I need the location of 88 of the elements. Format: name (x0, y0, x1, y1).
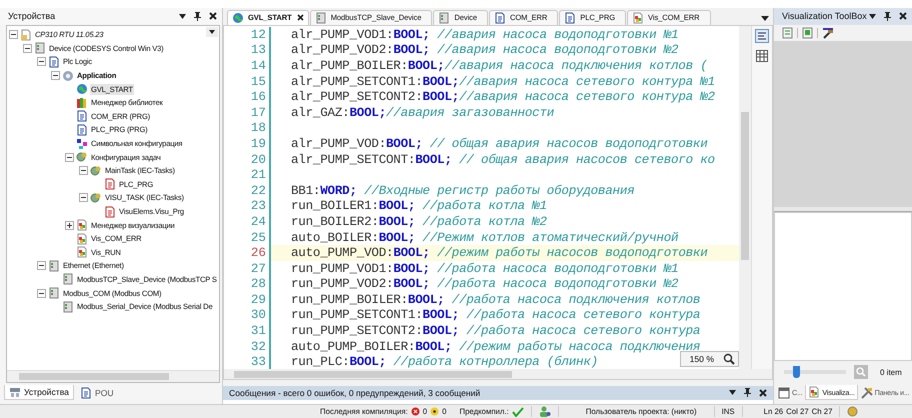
collapse-toggle[interactable] (65, 152, 74, 162)
code-line: run_PUMP_BOILER:BOOL; //работа насоса подключения котлов (290, 292, 700, 307)
code-line: run_BOILER2:BOOL; //работа котла №2 (290, 214, 547, 229)
books-icon (76, 96, 88, 109)
code-line: run_PUMP_VOD1:BOOL; //работа насоса водоподготовки №1 (290, 262, 678, 276)
code-line: run_PLC:BOOL; //работа котнроллера (блинк) (290, 355, 598, 369)
device-icon (48, 287, 60, 300)
slider-thumb[interactable] (793, 366, 800, 378)
pin-icon[interactable] (744, 388, 751, 398)
pin-icon[interactable] (884, 12, 891, 21)
project-icon (20, 28, 32, 41)
device-icon (62, 273, 74, 286)
document-icon (80, 386, 92, 399)
collapse-toggle[interactable] (79, 193, 88, 202)
code-line: alr_PUMP_VOD:BOOL; // общая авария насосов водоподготовки (290, 136, 708, 151)
document-icon (808, 386, 820, 398)
declarations-view-icon[interactable] (755, 28, 769, 43)
code-line: alr_PUMP_SETCONT:BOOL; // общая авария насосов сетевого ко (290, 152, 715, 167)
table-view-icon[interactable] (755, 48, 769, 63)
document-icon (104, 178, 116, 190)
device-icon (314, 12, 327, 24)
warning-icon (430, 407, 440, 416)
code-line: alr_PUMP_BOILER:BOOL;//авария насоса подключения котлов ( (290, 58, 708, 73)
code-line: alr_PUMP_SETCONT2:BOOL;//авария насоса сетевого контура №2 (290, 90, 715, 104)
item-count: 0 item (880, 368, 902, 377)
collapse-toggle[interactable] (9, 30, 18, 40)
document-icon (76, 232, 88, 245)
panel-title: Устройства (8, 11, 56, 22)
device-icon (62, 300, 74, 313)
device-icon (438, 12, 450, 24)
vertical-scrollbar[interactable] (739, 26, 751, 369)
code-line: alr_PUMP_VOD1:BOOL; //авария насоса водоподготовки №1 (290, 28, 678, 42)
code-line: run_BOILER1:BOOL; //работа котла №1 (290, 199, 547, 214)
panel-tab[interactable]: POU (76, 385, 118, 400)
dropdown-icon[interactable] (179, 14, 186, 19)
document-icon (104, 206, 116, 218)
check-icon (512, 406, 524, 417)
code-line: auto_PUMP_VOD:BOOL; //режим работы насосов водоподготовки (290, 246, 708, 260)
line-number: 26 (224, 245, 271, 261)
document-icon (76, 246, 88, 258)
window-icon (778, 386, 790, 399)
code-line: run_PUMP_SETCONT1:BOOL; //работа насоса сетевого контура (290, 308, 700, 322)
document-icon (48, 56, 60, 68)
collapse-toggle[interactable] (37, 57, 46, 66)
network-icon (9, 386, 21, 398)
error-icon (410, 407, 420, 416)
collapse-toggle[interactable] (79, 166, 88, 176)
panel-tab[interactable]: Устройства (4, 385, 74, 400)
panel-title: Visualization ToolBox (782, 11, 868, 22)
code-line: alr_PUMP_SETCONT1:BOOL;//авария насоса сетевого контура №1 (290, 74, 715, 89)
collapse-toggle[interactable] (51, 71, 60, 80)
expand-toggle[interactable] (65, 220, 74, 230)
close-icon[interactable] (209, 12, 217, 20)
collapse-toggle[interactable] (37, 261, 46, 270)
globe-icon (76, 83, 88, 96)
code-line: run_PUMP_SETCONT2:BOOL; //работа насоса сетевого контура (290, 324, 700, 338)
zoom-icon[interactable] (723, 352, 735, 365)
dropdown-icon[interactable] (869, 14, 876, 19)
messages-title: Сообщения - всего 0 ошибок, 0 предупреждений, 3 сообщений (229, 388, 482, 398)
code-line: auto_BOILER:BOOL; //Режим котлов атоматический/ручной (290, 230, 678, 244)
dropdown-icon[interactable] (206, 26, 218, 37)
dropdown-icon[interactable] (761, 16, 769, 21)
document-icon[interactable] (782, 26, 793, 39)
pin-icon[interactable] (194, 12, 201, 21)
close-icon[interactable] (759, 388, 767, 397)
horizontal-scrollbar[interactable] (224, 368, 772, 379)
device-icon (48, 260, 60, 272)
document-icon (76, 124, 88, 136)
document-icon (76, 219, 88, 232)
close-icon[interactable] (296, 14, 304, 22)
device-icon (34, 42, 46, 54)
hammer-icon (860, 386, 873, 399)
document-icon[interactable] (802, 26, 813, 39)
hammer-icon[interactable] (822, 26, 834, 39)
document-icon (76, 110, 88, 122)
code-line: alr_GAZ:BOOL;//авария загазованности (290, 106, 554, 120)
globe-icon (232, 12, 244, 24)
code-line: auto_PUMP_BOILER:BOOL; //режим работы насоса подключения (290, 340, 700, 354)
collapse-toggle[interactable] (23, 44, 32, 53)
close-icon[interactable] (899, 12, 907, 20)
collapse-toggle[interactable] (37, 288, 46, 298)
horizontal-scrollbar[interactable] (7, 370, 219, 382)
code-line: BB1:WORD; //Входные регистр работы оборудования (290, 184, 634, 198)
user-icon (538, 406, 551, 418)
squares-icon (76, 138, 88, 150)
code-line: alr_PUMP_VOD2:BOOL; //авария насоса водоподготовки №2 (290, 43, 678, 58)
dropdown-icon[interactable] (729, 390, 736, 396)
code-line: run_PUMP_VOD2:BOOL; //работа насоса водоподготовки №2 (290, 277, 678, 292)
